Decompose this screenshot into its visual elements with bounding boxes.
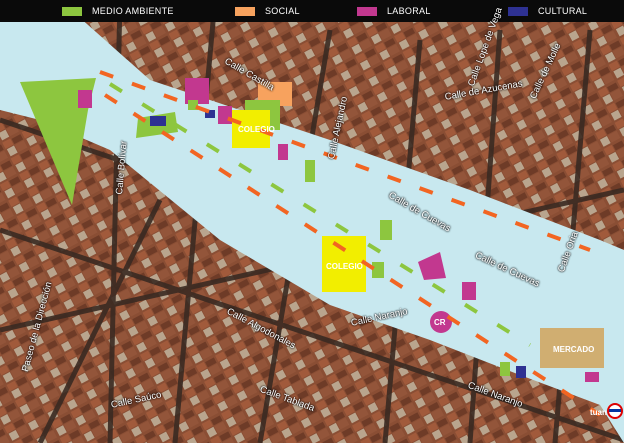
metro-label: tuan (590, 408, 607, 417)
medio-ambiente-zone[interactable] (380, 220, 392, 240)
laboral-zone[interactable] (462, 282, 476, 300)
legend-label: LABORAL (387, 6, 431, 16)
colegio-label: COLEGIO (238, 125, 275, 134)
medio-ambiente-zone[interactable] (305, 160, 315, 182)
legend-item-laboral: LABORAL (357, 4, 431, 18)
laboral-zone[interactable] (78, 90, 92, 108)
satellite-map (0, 0, 624, 443)
cr-label: CR (434, 318, 446, 327)
medio-ambiente-zone[interactable] (372, 262, 384, 278)
legend-item-cultural: CULTURAL (508, 4, 587, 18)
mercado-label: MERCADO (553, 345, 595, 354)
laboral-zone[interactable] (585, 372, 599, 382)
cultural-zone[interactable] (150, 116, 166, 126)
legend-swatch (357, 6, 377, 16)
map-view[interactable]: MEDIO AMBIENTE SOCIAL LABORAL CULTURAL C… (0, 0, 624, 443)
laboral-zone[interactable] (278, 144, 288, 160)
medio-ambiente-zone[interactable] (500, 362, 510, 376)
legend: MEDIO AMBIENTE SOCIAL LABORAL CULTURAL (0, 0, 624, 22)
cultural-zone[interactable] (516, 366, 526, 378)
legend-item-medio-ambiente: MEDIO AMBIENTE (62, 4, 174, 18)
legend-swatch (235, 6, 255, 16)
colegio-label: COLEGIO (326, 262, 363, 271)
legend-label: CULTURAL (538, 6, 588, 16)
legend-label: SOCIAL (265, 6, 300, 16)
legend-swatch (508, 6, 528, 16)
legend-swatch (62, 6, 82, 16)
legend-item-social: SOCIAL (235, 4, 300, 18)
legend-label: MEDIO AMBIENTE (92, 6, 174, 16)
